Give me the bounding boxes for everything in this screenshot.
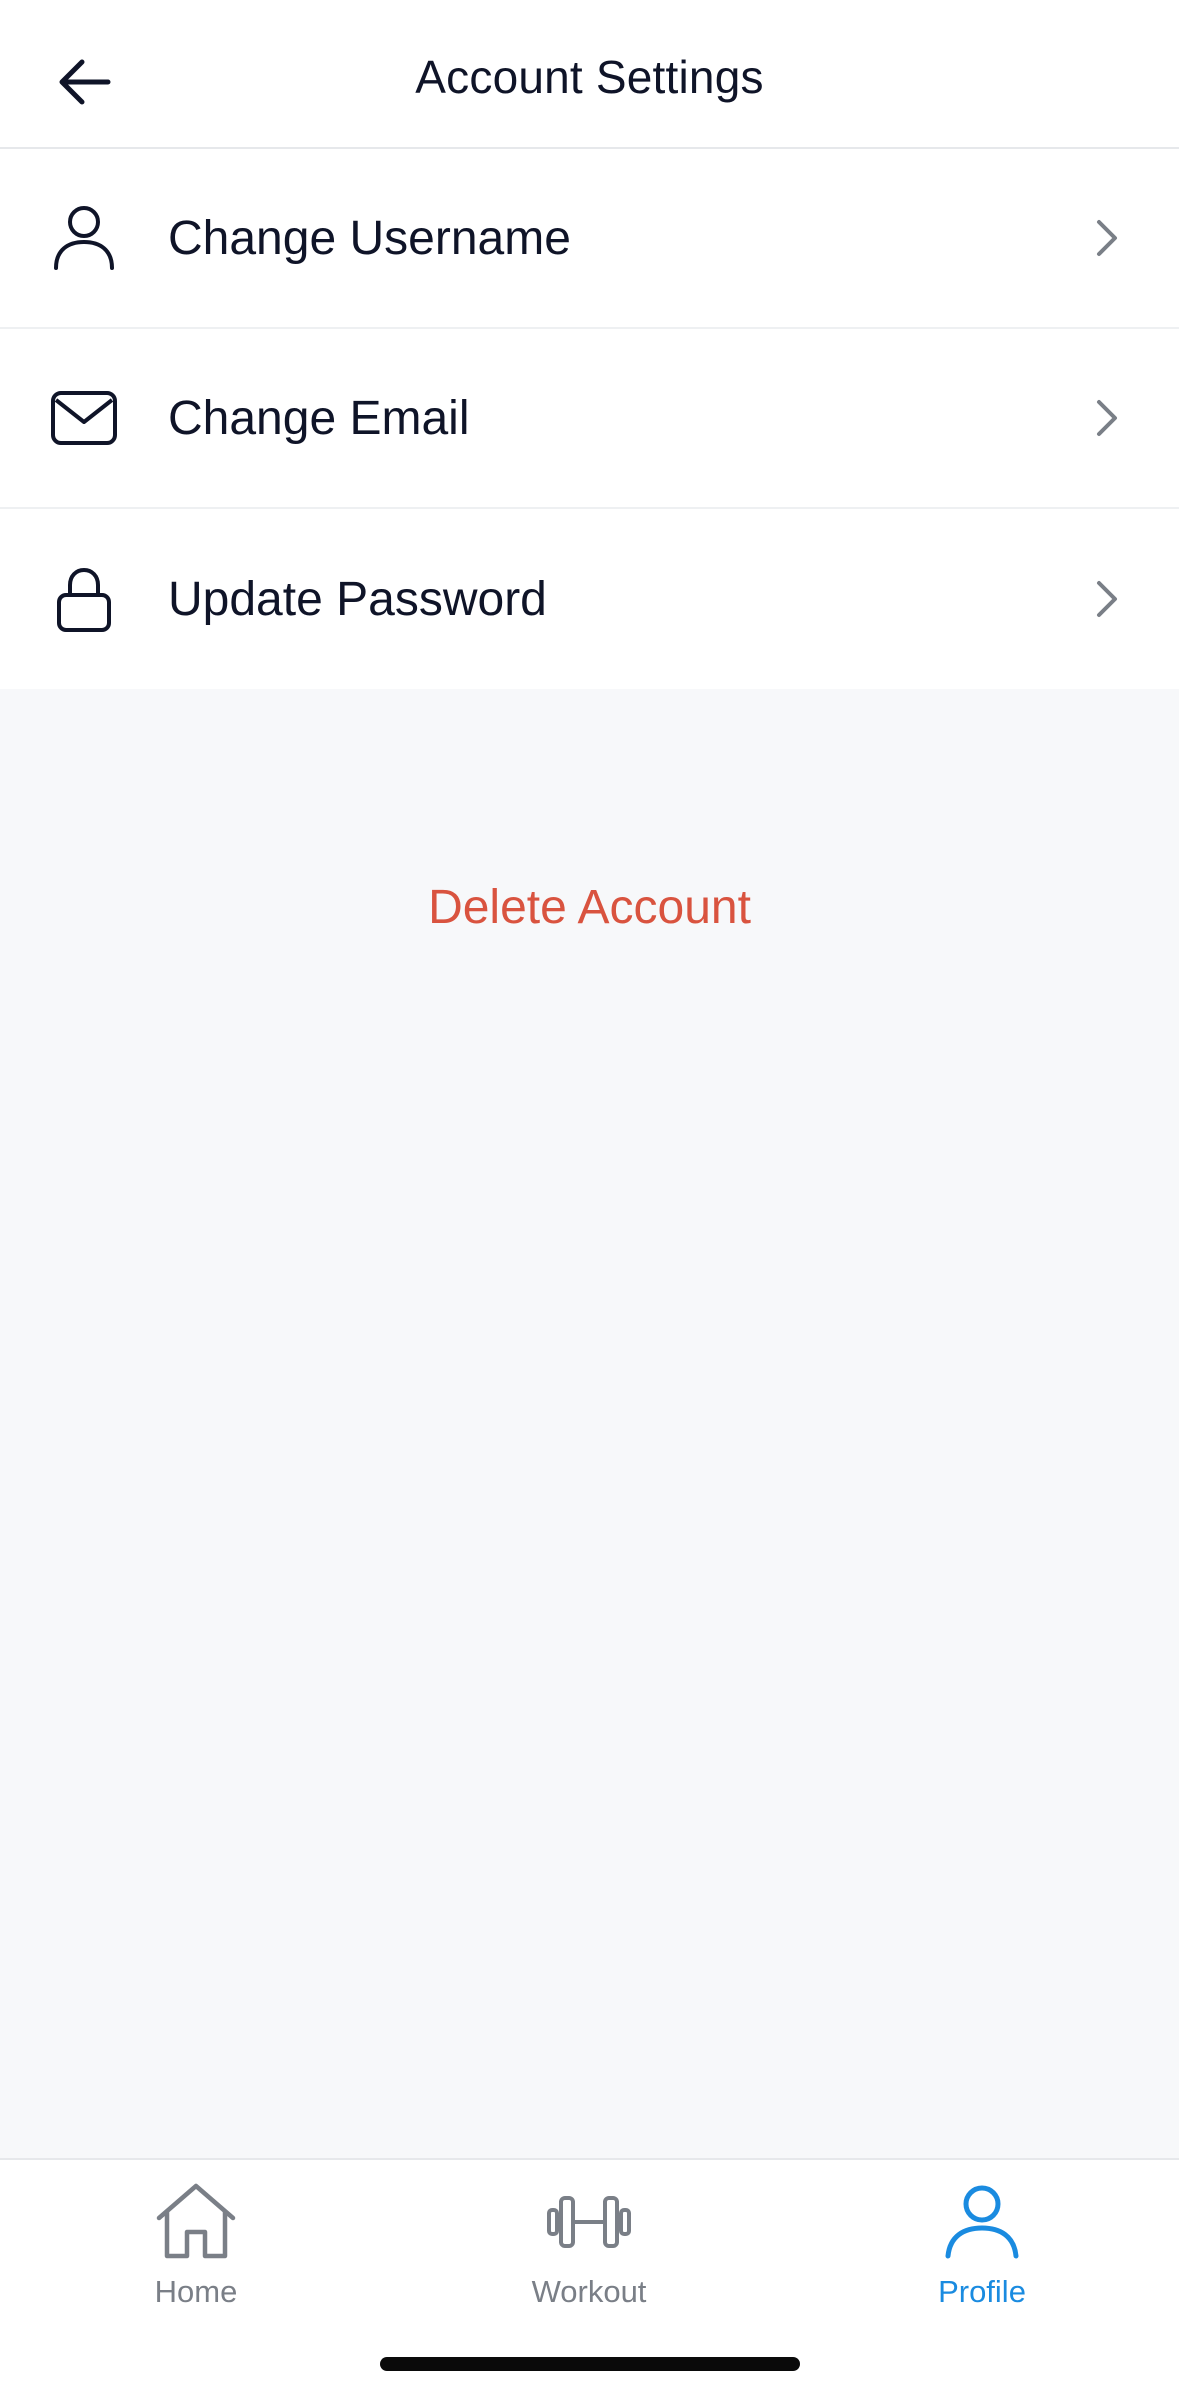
home-indicator [380, 2357, 800, 2371]
change-email-label: Change Email [168, 391, 470, 445]
update-password-item[interactable]: Update Password [0, 509, 1179, 689]
change-username-label: Change Username [168, 211, 571, 265]
tab-home[interactable]: Home [76, 2180, 316, 2330]
update-password-label: Update Password [168, 572, 547, 626]
chevron-right-icon [1087, 214, 1127, 262]
home-icon [151, 2180, 241, 2264]
lock-icon [48, 563, 120, 635]
chevron-right-icon [1087, 575, 1127, 623]
tab-home-label: Home [154, 2274, 238, 2309]
settings-menu: Change Username Change Email Update Pass… [0, 149, 1179, 689]
dumbbell-icon [544, 2180, 634, 2264]
page-title: Account Settings [415, 51, 764, 103]
account-settings-screen: Account Settings Change Username Change … [0, 0, 1179, 2396]
tab-profile[interactable]: Profile [862, 2180, 1102, 2330]
tab-profile-label: Profile [938, 2274, 1026, 2309]
mail-icon [48, 382, 120, 454]
change-email-item[interactable]: Change Email [0, 329, 1179, 509]
delete-account-button[interactable]: Delete Account [0, 880, 1179, 935]
header: Account Settings [0, 0, 1179, 149]
tab-workout-label: Workout [531, 2274, 647, 2309]
tab-workout[interactable]: Workout [469, 2180, 709, 2330]
profile-icon [937, 2180, 1027, 2264]
chevron-right-icon [1087, 394, 1127, 442]
change-username-item[interactable]: Change Username [0, 149, 1179, 329]
user-icon [48, 202, 120, 274]
